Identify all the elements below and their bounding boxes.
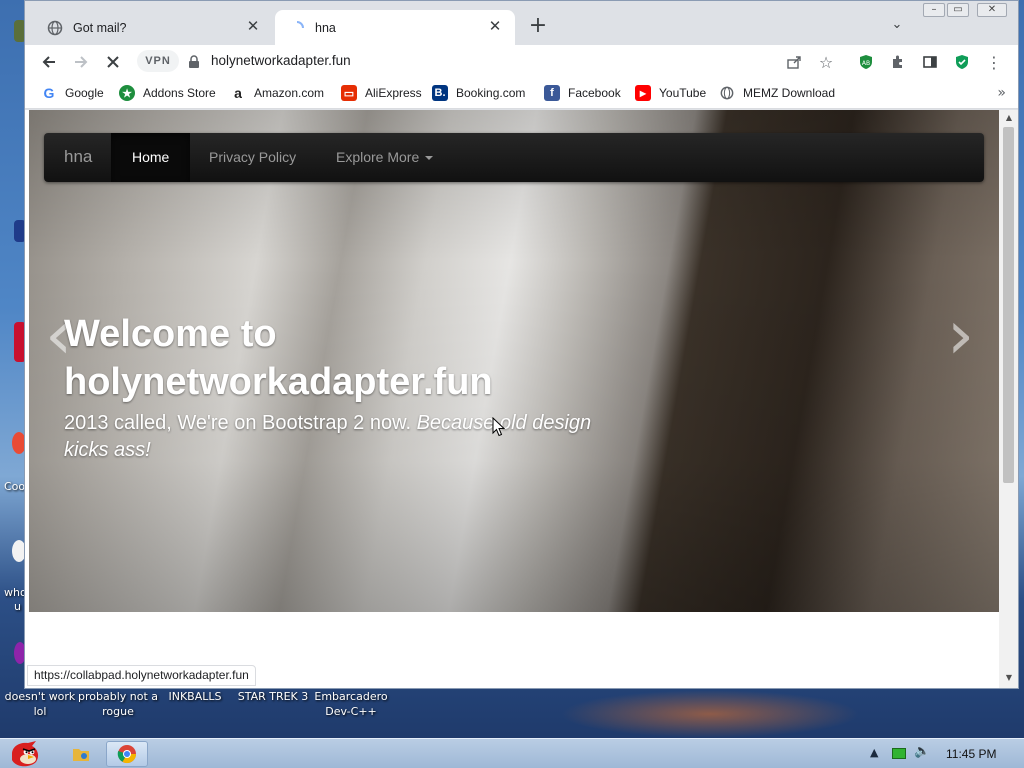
loading-icon xyxy=(289,20,305,36)
url-text[interactable]: holynetworkadapter.fun xyxy=(211,53,351,68)
file-explorer-taskbar-icon[interactable] xyxy=(60,741,102,767)
lock-icon[interactable] xyxy=(188,54,200,73)
tab-search-chevron-icon[interactable]: ⌄ xyxy=(887,17,907,37)
maximize-button[interactable]: ▭ xyxy=(947,3,969,17)
desktop-icon-embarcadero[interactable]: Embarcadero Dev-C++ xyxy=(311,689,391,719)
desktop-label-fragment: u xyxy=(14,600,21,613)
bookmark-label: MEMZ Download xyxy=(743,86,836,100)
close-tab-icon[interactable]: ✕ xyxy=(245,19,261,35)
carousel-next-button[interactable]: › xyxy=(947,296,974,376)
nav-explore-more[interactable]: Explore More xyxy=(315,133,454,182)
taskbar-clock[interactable]: 11:45 PM xyxy=(946,747,996,761)
hero-caption: Welcome to holynetworkadapter.fun 2013 c… xyxy=(64,310,624,464)
adblock-extension-icon[interactable]: AB xyxy=(853,49,879,75)
booking-icon: B. xyxy=(432,85,448,101)
tab-title: hna xyxy=(315,20,336,35)
bookmark-label: Google xyxy=(65,86,104,100)
google-icon: G xyxy=(43,85,55,101)
tab-title: Got mail? xyxy=(73,20,127,35)
addons-store-icon: ★ xyxy=(119,85,135,101)
network-tray-icon[interactable] xyxy=(892,748,906,759)
bookmark-label: Addons Store xyxy=(143,86,216,100)
youtube-icon: ▶ xyxy=(635,85,651,101)
side-panel-icon[interactable] xyxy=(917,49,943,75)
desktop-icon-star-trek-3[interactable]: STAR TREK 3 xyxy=(233,689,313,704)
bookmark-label: Facebook xyxy=(568,86,621,100)
bookmark-memz-download[interactable]: MEMZ Download xyxy=(719,85,835,101)
browser-window: Got mail? ✕ hna ✕ + ⌄ – ▭ ✕ VPN holynetw… xyxy=(24,0,1019,689)
link-status-bubble: https://collabpad.holynetworkadapter.fun xyxy=(27,665,256,686)
caret-down-icon xyxy=(425,156,434,161)
bookmark-amazon[interactable]: a Amazon.com xyxy=(230,85,324,101)
bookmark-booking[interactable]: B. Booking.com xyxy=(432,85,525,101)
tab-hna[interactable]: hna ✕ xyxy=(275,10,515,45)
start-button-angry-bird-icon[interactable] xyxy=(2,741,48,767)
share-icon[interactable] xyxy=(781,49,807,75)
bookmark-addons-store[interactable]: ★ Addons Store xyxy=(119,85,216,101)
bookmark-youtube[interactable]: ▶ YouTube xyxy=(635,85,706,101)
menu-kebab-icon[interactable]: ⋮ xyxy=(981,49,1007,75)
bookmark-aliexpress[interactable]: ▭ AliExpress xyxy=(341,85,422,101)
vpn-button[interactable]: VPN xyxy=(137,50,179,72)
mouse-cursor-icon xyxy=(492,417,505,437)
bookmark-label: YouTube xyxy=(659,86,707,100)
tab-got-mail[interactable]: Got mail? ✕ xyxy=(33,10,273,45)
site-navbar: hna Home Privacy Policy Explore More xyxy=(44,133,984,182)
desktop-label-fragment: Coo xyxy=(4,480,26,493)
bookmark-label: AliExpress xyxy=(365,86,422,100)
desktop-icon-doesnt-work-lol[interactable]: doesn't work lol xyxy=(0,689,80,719)
desktop-icon-probably-not-a-rogue[interactable]: probably not a rogue xyxy=(78,689,158,719)
aliexpress-icon: ▭ xyxy=(341,85,357,101)
new-tab-button[interactable]: + xyxy=(525,14,551,40)
nav-privacy-policy[interactable]: Privacy Policy xyxy=(188,133,317,182)
svg-text:AB: AB xyxy=(862,60,870,67)
chrome-taskbar-icon[interactable] xyxy=(106,741,148,767)
desktop-icon-inkballs[interactable]: INKBALLS xyxy=(155,689,235,704)
bookmarks-bar: G Google ★ Addons Store a Amazon.com ▭ A… xyxy=(25,79,1018,109)
scroll-thumb[interactable] xyxy=(1003,127,1014,483)
bookmark-label: Amazon.com xyxy=(254,86,325,100)
toolbar: VPN holynetworkadapter.fun ☆ AB ⋮ xyxy=(25,45,1018,79)
show-hidden-icons-chevron-icon[interactable]: ▲ xyxy=(870,746,878,759)
bookmark-facebook[interactable]: f Facebook xyxy=(544,85,621,101)
bookmark-google[interactable]: G Google xyxy=(41,85,104,101)
nav-home[interactable]: Home xyxy=(111,133,191,182)
wallpaper-sunset xyxy=(560,690,860,738)
security-extension-icon[interactable] xyxy=(949,49,975,75)
page-viewport: hna Home Privacy Policy Explore More ‹ ›… xyxy=(25,110,999,688)
bookmark-star-icon[interactable]: ☆ xyxy=(813,49,839,75)
site-brand[interactable]: hna xyxy=(64,147,92,167)
globe-icon xyxy=(47,20,63,36)
scroll-down-arrow-icon[interactable]: ▼ xyxy=(999,670,1018,686)
back-button[interactable] xyxy=(36,49,62,75)
taskbar: ▲ 🔈 11:45 PM xyxy=(0,738,1024,768)
close-window-button[interactable]: ✕ xyxy=(977,3,1007,17)
close-tab-icon[interactable]: ✕ xyxy=(487,19,503,35)
facebook-icon: f xyxy=(544,85,560,101)
bookmark-label: Booking.com xyxy=(456,86,526,100)
forward-button[interactable] xyxy=(68,49,94,75)
amazon-icon: a xyxy=(234,85,242,101)
tab-strip: Got mail? ✕ hna ✕ + ⌄ – ▭ ✕ xyxy=(25,1,1018,45)
vertical-scrollbar[interactable]: ▲ ▼ xyxy=(999,110,1018,688)
globe-icon xyxy=(719,85,735,101)
stop-loading-button[interactable] xyxy=(100,49,126,75)
hero-subtitle-plain: 2013 called, We're on Bootstrap 2 now. xyxy=(64,412,412,434)
more-bookmarks-chevron-icon[interactable]: » xyxy=(997,85,1006,101)
nav-explore-more-label: Explore More xyxy=(336,149,420,165)
volume-tray-icon[interactable]: 🔈 xyxy=(914,744,930,759)
hero-subtitle: 2013 called, We're on Bootstrap 2 now. B… xyxy=(64,410,624,464)
scroll-up-arrow-icon[interactable]: ▲ xyxy=(999,110,1018,126)
extensions-puzzle-icon[interactable] xyxy=(885,49,911,75)
hero-title: Welcome to holynetworkadapter.fun xyxy=(64,313,493,403)
minimize-button[interactable]: – xyxy=(923,3,945,17)
